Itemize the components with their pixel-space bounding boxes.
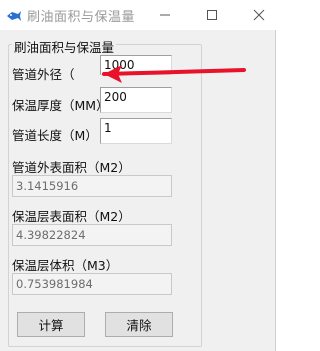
window-title: 刷油面积与保温量 bbox=[27, 10, 136, 25]
minimize-button[interactable] bbox=[148, 0, 182, 30]
group-title: 刷油面积与保温量 bbox=[12, 37, 117, 56]
pipe-length-label: 管道长度（M） bbox=[12, 128, 98, 143]
pipe-outer-diameter-input[interactable]: 1000 bbox=[100, 55, 172, 75]
fish-icon bbox=[6, 8, 22, 22]
clear-button[interactable]: 清除 bbox=[105, 312, 173, 337]
insulation-volume-label: 保温层体积（M3） bbox=[12, 258, 119, 273]
maximize-icon bbox=[207, 10, 217, 20]
pipe-surface-area-label: 管道外表面积（M2） bbox=[12, 160, 131, 175]
close-button[interactable] bbox=[242, 0, 276, 30]
insulation-thickness-label: 保温厚度（MM） bbox=[12, 98, 109, 113]
title-bar[interactable]: 刷油面积与保温量 bbox=[0, 0, 276, 30]
close-icon bbox=[253, 9, 265, 21]
calculate-button[interactable]: 计算 bbox=[17, 312, 85, 337]
pipe-surface-area-output: 3.1415916 bbox=[12, 175, 172, 197]
app-window: 刷油面积与保温量 刷油面积与保温量 管道外径（ 1000 保温厚度（MM） 20… bbox=[0, 0, 276, 351]
insulation-surface-area-label: 保温层表面积（M2） bbox=[12, 209, 131, 224]
pipe-outer-diameter-label: 管道外径（ bbox=[12, 67, 75, 82]
insulation-thickness-input[interactable]: 200 bbox=[100, 87, 172, 113]
insulation-surface-area-output: 4.39822824 bbox=[12, 224, 172, 246]
pipe-length-input[interactable]: 1 bbox=[100, 118, 172, 144]
minimize-icon bbox=[160, 14, 170, 16]
insulation-volume-output: 0.753981984 bbox=[12, 273, 172, 295]
maximize-button[interactable] bbox=[195, 0, 229, 30]
